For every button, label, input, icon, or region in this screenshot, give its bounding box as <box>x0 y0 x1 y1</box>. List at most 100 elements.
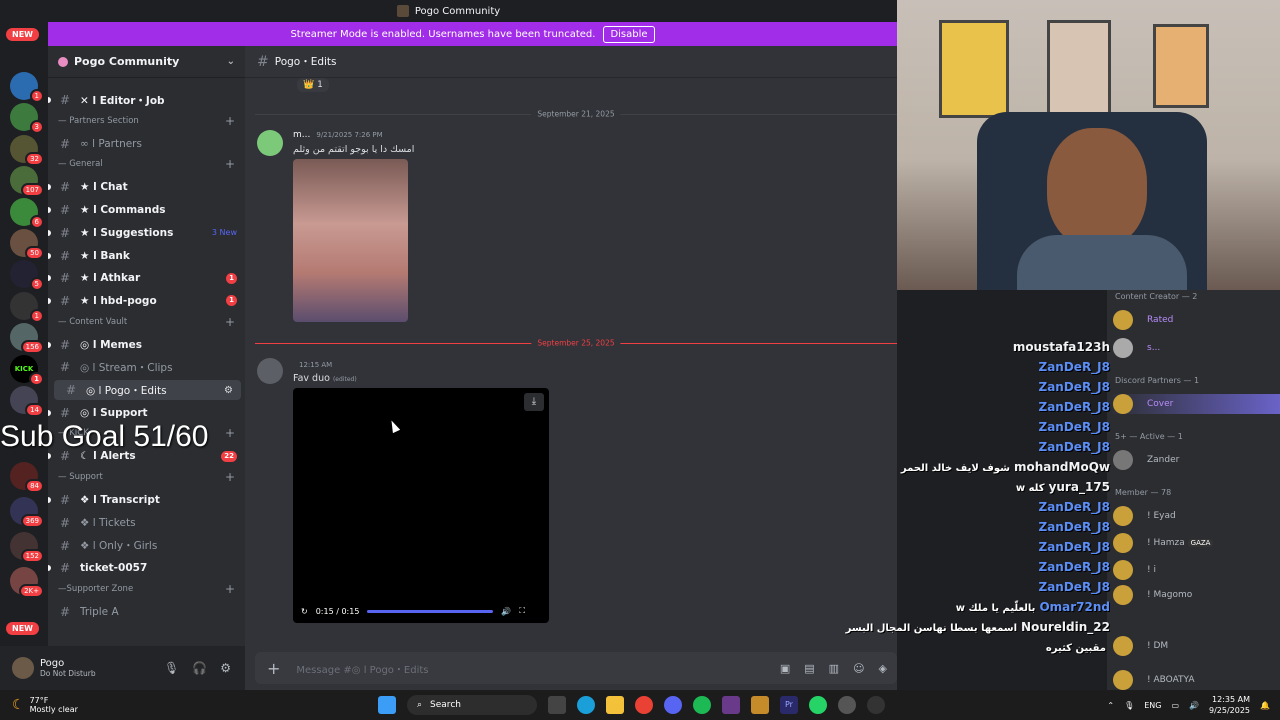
channel-item[interactable]: # ◎ l Pogo・Edits ⚙ <box>54 380 241 400</box>
disable-button[interactable]: Disable <box>603 25 655 43</box>
channel-item[interactable]: # ✕ l Editor・Job <box>48 90 245 110</box>
member-row[interactable]: s... <box>1107 338 1280 358</box>
server-icon[interactable]: 1 <box>10 292 44 323</box>
clock[interactable]: 12:35 AM 9/25/2025 <box>1209 694 1250 716</box>
reaction-chip[interactable]: 👑 1 <box>297 78 329 92</box>
server-icon[interactable]: 107 <box>10 166 44 197</box>
server-icon[interactable]: 5 <box>10 260 44 291</box>
member-row[interactable]: ! DM <box>1107 636 1280 656</box>
server-icon[interactable]: 14 <box>10 386 44 417</box>
server-icon[interactable]: 369 <box>10 497 44 528</box>
avatar[interactable] <box>12 657 34 679</box>
channel-item[interactable]: # ◎ l Memes <box>48 335 245 355</box>
image-attachment[interactable] <box>293 159 408 322</box>
app-icon[interactable] <box>722 696 740 714</box>
channel-item[interactable]: # ★ l Chat <box>48 177 245 197</box>
chevron-down-icon[interactable]: ⌄ <box>227 56 235 67</box>
server-icon[interactable]: 3 <box>10 103 44 134</box>
chevron-up-icon[interactable]: ⌃ <box>1107 701 1114 710</box>
windows-start-icon[interactable] <box>378 696 396 714</box>
server-icon[interactable]: 152 <box>10 532 44 563</box>
channel-item[interactable]: # ★ l Athkar 1 <box>48 268 245 288</box>
server-icon[interactable]: 84 <box>10 462 44 493</box>
avatar[interactable] <box>257 130 283 156</box>
app-icon[interactable] <box>838 696 856 714</box>
volume-icon[interactable]: 🔊 <box>1189 701 1199 710</box>
server-icon[interactable]: 6 <box>10 198 44 229</box>
task-view-icon[interactable] <box>548 696 566 714</box>
new-pill-bottom[interactable]: NEW <box>6 622 39 635</box>
message-author[interactable]: m... 9/21/2025 7:26 PM <box>293 130 383 140</box>
spotify-icon[interactable] <box>693 696 711 714</box>
channel-item[interactable]: # ❖ l Tickets <box>48 513 245 533</box>
app-icon[interactable] <box>751 696 769 714</box>
channel-item[interactable]: # ◎ l Stream・Clips <box>48 357 245 377</box>
avatar[interactable] <box>257 358 283 384</box>
premiere-icon[interactable]: Pr <box>780 696 798 714</box>
channel-item[interactable]: # ∞ l Partners <box>48 134 245 154</box>
language-indicator[interactable]: ENG <box>1144 701 1161 710</box>
network-icon[interactable]: ▭ <box>1171 701 1179 710</box>
message-author[interactable]: 12:15 AM <box>293 360 332 370</box>
server-header[interactable]: Pogo Community ⌄ <box>48 46 245 78</box>
channel-item[interactable]: # ★ l hbd-pogo 1 <box>48 291 245 311</box>
taskbar-search[interactable]: ⌕ Search <box>407 695 537 715</box>
channel-item[interactable]: # ★ l Commands <box>48 200 245 220</box>
kick-server-icon[interactable]: KICK 1 <box>10 355 44 386</box>
apps-icon[interactable]: ◈ <box>879 662 887 675</box>
message-input[interactable]: + Message #◎ l Pogo・Edits ▣ ▤ ▥ ☺ ◈ <box>255 652 897 684</box>
discord-icon[interactable] <box>664 696 682 714</box>
notification-icon[interactable]: 🔔 <box>1260 701 1270 710</box>
member-row[interactable]: ! Eyad <box>1107 506 1280 526</box>
download-icon[interactable]: ⤓ <box>524 393 544 411</box>
replay-icon[interactable]: ↻ <box>301 607 308 616</box>
member-row[interactable]: Zander <box>1107 450 1280 470</box>
volume-icon[interactable]: 🔊 <box>501 607 511 616</box>
channel-item[interactable]: # ★ l Bank <box>48 246 245 266</box>
video-progress-bar[interactable] <box>367 609 494 613</box>
channel-item[interactable]: # ❖ l Transcript <box>48 490 245 510</box>
add-channel-icon[interactable]: + <box>225 426 235 440</box>
server-icon[interactable]: 2K+ <box>10 567 44 598</box>
gif-icon[interactable]: ▤ <box>804 662 814 675</box>
member-row[interactable]: ! ABOATYA <box>1107 670 1280 690</box>
category-header[interactable]: — Content Vault + <box>48 314 245 330</box>
member-row[interactable]: ! Hamza GAZA <box>1107 533 1280 553</box>
microphone-icon[interactable]: 🎙 <box>1124 701 1134 710</box>
add-channel-icon[interactable]: + <box>225 315 235 329</box>
add-attachment-icon[interactable]: + <box>267 659 280 678</box>
channel-item[interactable]: # Triple A <box>48 602 245 622</box>
emoji-icon[interactable]: ☺ <box>853 662 864 675</box>
gift-icon[interactable]: ▣ <box>780 662 790 675</box>
server-icon[interactable]: 32 <box>10 135 44 166</box>
category-header[interactable]: —Supporter Zone + <box>48 581 245 597</box>
server-icon[interactable]: 1 <box>10 72 44 103</box>
category-header[interactable]: — Support + <box>48 469 245 485</box>
obs-icon[interactable] <box>867 696 885 714</box>
member-row[interactable]: Rated <box>1107 310 1280 330</box>
category-header[interactable]: — General + <box>48 156 245 172</box>
whatsapp-icon[interactable] <box>809 696 827 714</box>
member-row[interactable]: Cover <box>1107 394 1280 414</box>
server-icon[interactable]: 156 <box>10 323 44 354</box>
headphones-icon[interactable]: 🎧 <box>192 661 207 675</box>
add-channel-icon[interactable]: + <box>225 470 235 484</box>
add-channel-icon[interactable]: + <box>225 114 235 128</box>
video-player[interactable]: ⤓ ↻ 0:15 / 0:15 🔊 ⛶ <box>293 388 549 623</box>
channel-item[interactable]: # ★ l Suggestions 3 New <box>48 223 245 243</box>
add-channel-icon[interactable]: + <box>225 157 235 171</box>
edge-icon[interactable] <box>577 696 595 714</box>
file-explorer-icon[interactable] <box>606 696 624 714</box>
fullscreen-icon[interactable]: ⛶ <box>519 606 525 616</box>
member-row[interactable]: ! Magomo <box>1107 585 1280 605</box>
member-row[interactable]: ! i <box>1107 560 1280 580</box>
gear-icon[interactable]: ⚙ <box>220 661 231 675</box>
channel-item[interactable]: # ticket-0057 <box>48 558 245 578</box>
weather-widget[interactable]: ☾ 77°F Mostly clear <box>0 696 78 714</box>
category-header[interactable]: — Partners Section + <box>48 113 245 129</box>
chrome-icon[interactable] <box>635 696 653 714</box>
gear-icon[interactable]: ⚙ <box>224 385 233 396</box>
server-icon[interactable]: 50 <box>10 229 44 260</box>
sticker-icon[interactable]: ▥ <box>829 662 839 675</box>
channel-item[interactable]: # ❖ l Only・Girls <box>48 536 245 556</box>
